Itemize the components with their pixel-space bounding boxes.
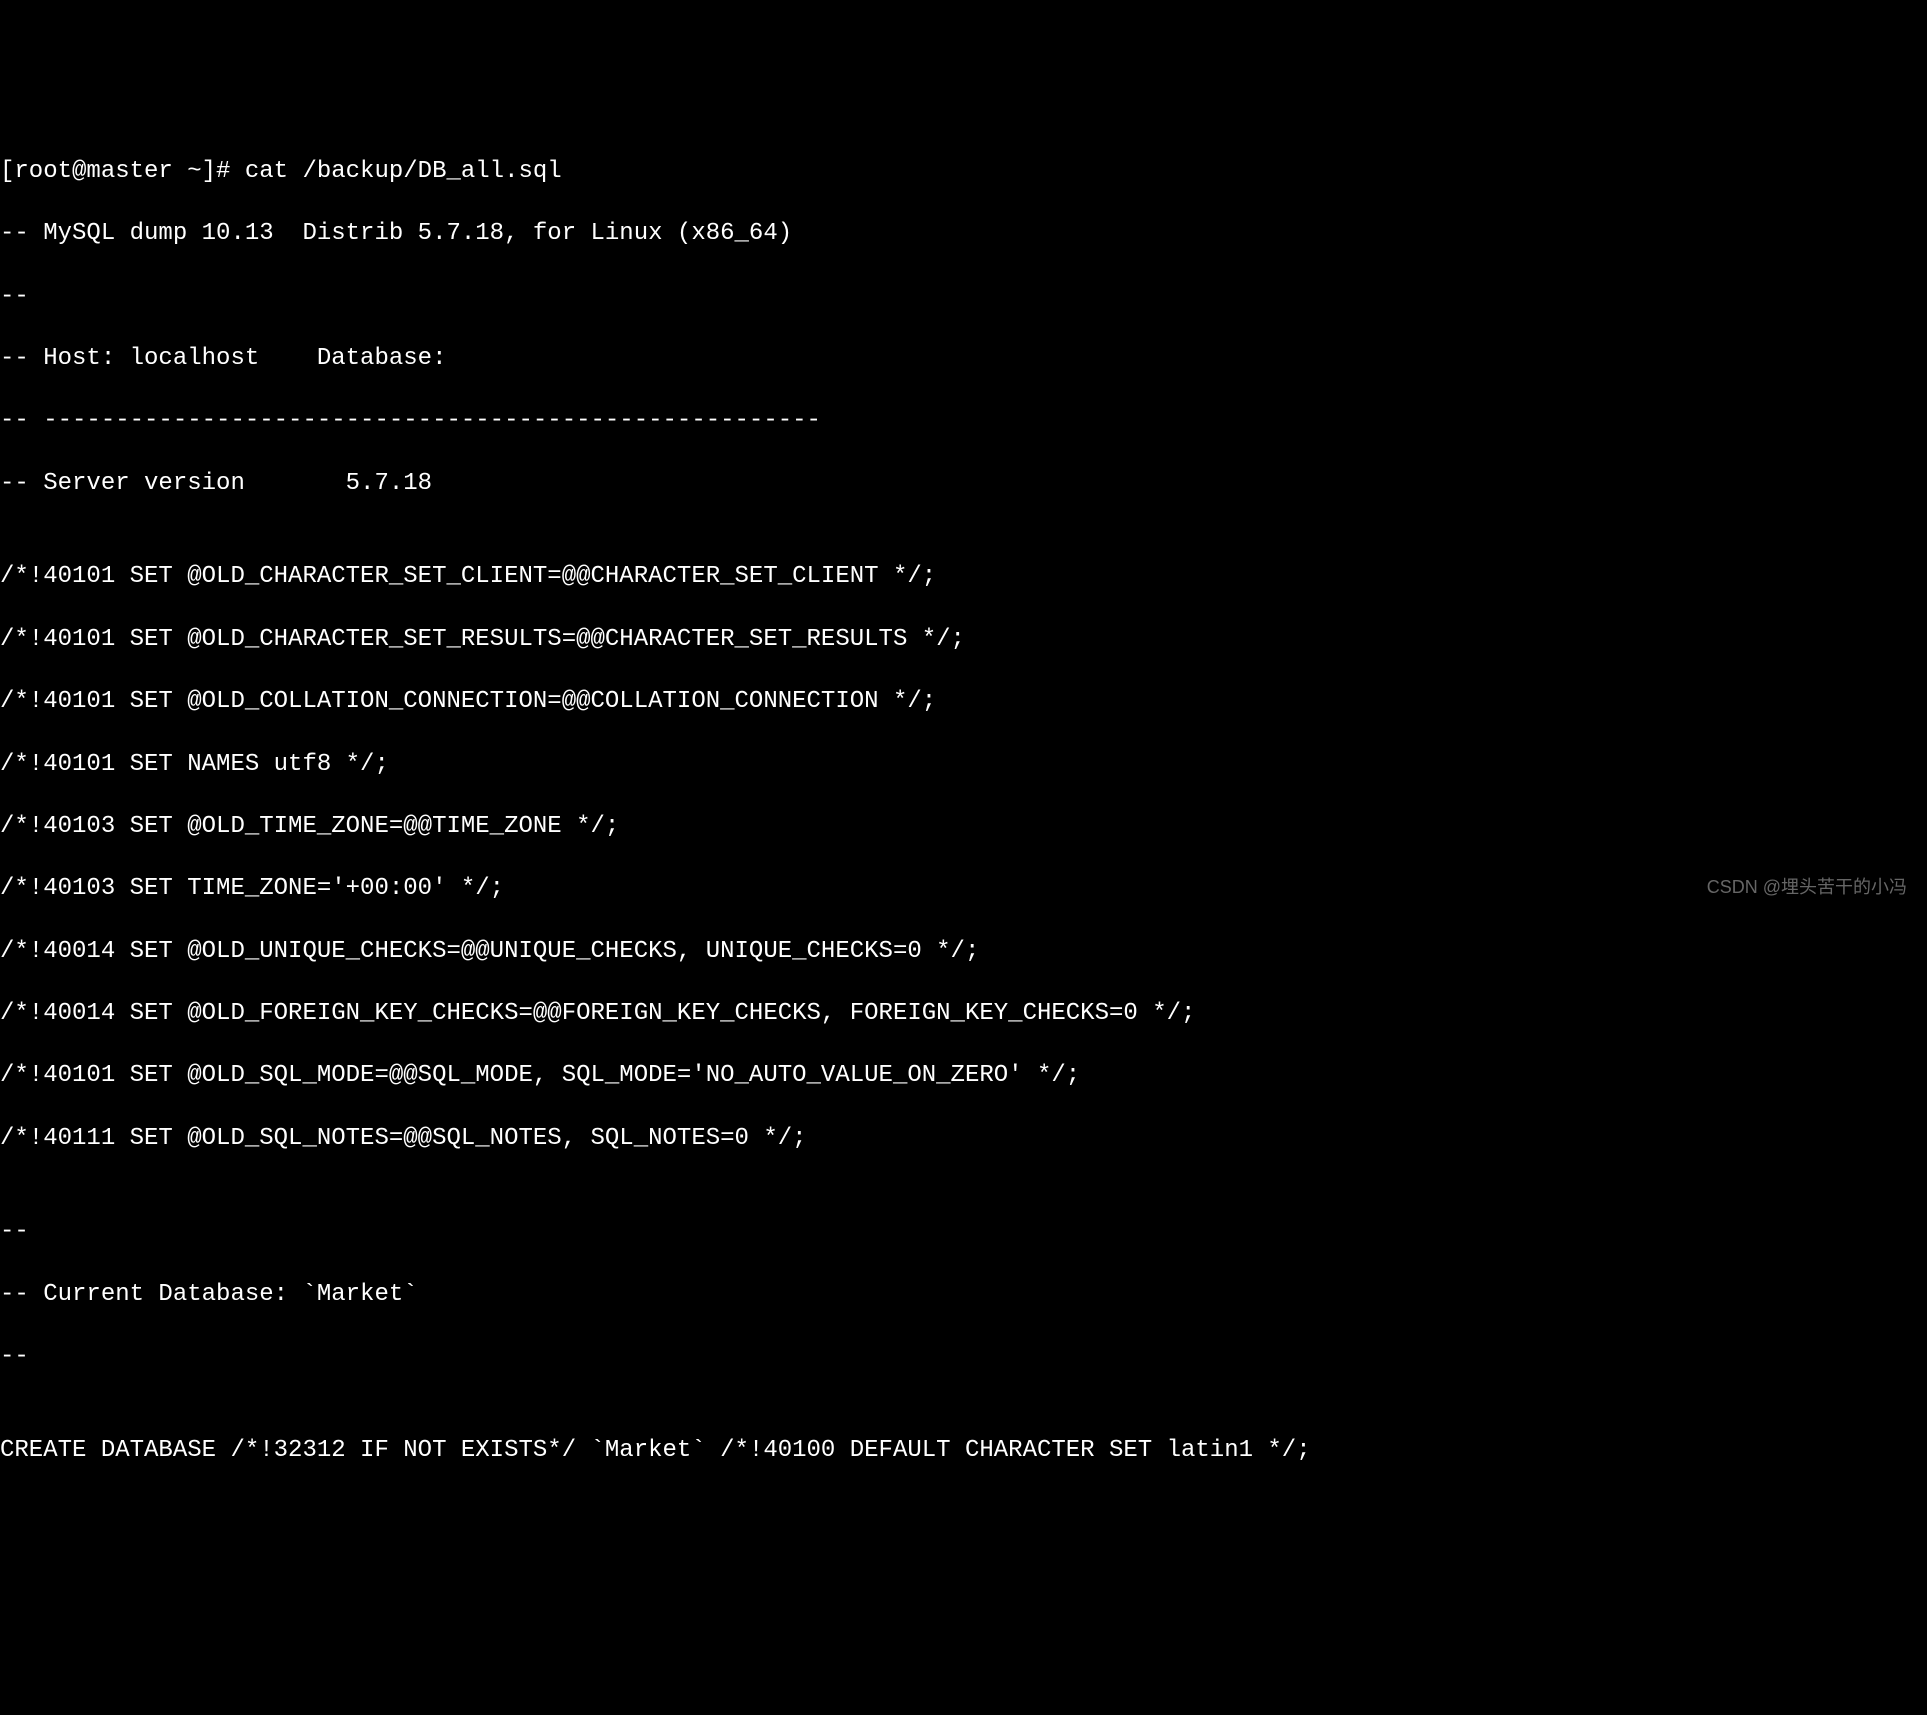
terminal-line: /*!40103 SET TIME_ZONE='+00:00' */; [0, 873, 1927, 904]
terminal-line: -- Host: localhost Database: [0, 343, 1927, 374]
terminal-line: /*!40101 SET @OLD_SQL_MODE=@@SQL_MODE, S… [0, 1060, 1927, 1091]
terminal-line: /*!40014 SET @OLD_UNIQUE_CHECKS=@@UNIQUE… [0, 936, 1927, 967]
terminal-line: -- -------------------------------------… [0, 405, 1927, 436]
terminal-line: /*!40101 SET @OLD_CHARACTER_SET_RESULTS=… [0, 624, 1927, 655]
watermark-text: CSDN @埋头苦干的小冯 [1707, 876, 1907, 899]
terminal-line: -- MySQL dump 10.13 Distrib 5.7.18, for … [0, 218, 1927, 249]
terminal-line: -- Current Database: `Market` [0, 1279, 1927, 1310]
terminal-line: /*!40101 SET @OLD_COLLATION_CONNECTION=@… [0, 686, 1927, 717]
terminal-line: /*!40103 SET @OLD_TIME_ZONE=@@TIME_ZONE … [0, 811, 1927, 842]
terminal-line: -- [0, 1341, 1927, 1372]
terminal-line: -- [0, 281, 1927, 312]
terminal-line: [root@master ~]# cat /backup/DB_all.sql [0, 156, 1927, 187]
terminal-output[interactable]: [root@master ~]# cat /backup/DB_all.sql … [0, 125, 1927, 1497]
terminal-line: /*!40101 SET @OLD_CHARACTER_SET_CLIENT=@… [0, 561, 1927, 592]
terminal-line: /*!40014 SET @OLD_FOREIGN_KEY_CHECKS=@@F… [0, 998, 1927, 1029]
terminal-line: /*!40101 SET NAMES utf8 */; [0, 749, 1927, 780]
terminal-line: -- Server version 5.7.18 [0, 468, 1927, 499]
terminal-line: -- [0, 1216, 1927, 1247]
terminal-line: CREATE DATABASE /*!32312 IF NOT EXISTS*/… [0, 1435, 1927, 1466]
terminal-line: /*!40111 SET @OLD_SQL_NOTES=@@SQL_NOTES,… [0, 1123, 1927, 1154]
